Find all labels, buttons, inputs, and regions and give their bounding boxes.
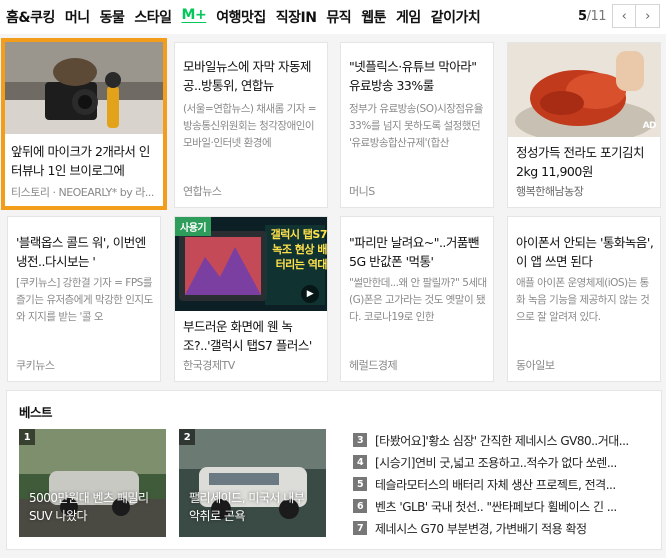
chevron-left-icon: ‹ [621, 8, 627, 24]
thumbnail-overlay-text: 갤럭시 탭S7 녹조 현상 배터리는 역대 [270, 228, 327, 271]
tab-animals[interactable]: 동물 [100, 7, 125, 27]
rank-number: 5 [353, 477, 367, 491]
card-title: 앞뒤에 마이크가 2개라서 인터뷰나 1인 브이로그에 [11, 144, 150, 178]
rank-number: 4 [353, 455, 367, 469]
tab-money[interactable]: 머니 [65, 7, 90, 27]
chevron-right-icon: › [645, 8, 650, 24]
card-title: "파리만 날려요~"..거품뺀 5G 반값폰 '먹통' [349, 235, 479, 269]
card-description: "썰만한데...왜 안 팔릴까?" 5세대(G)폰은 고가라는 것도 옛말이 됐… [349, 277, 487, 323]
tab-webtoon[interactable]: 웹툰 [361, 7, 386, 27]
tab-work[interactable]: 직장IN [276, 7, 317, 27]
tab-home-cooking[interactable]: 홈&쿠킹 [6, 7, 55, 27]
rank-title: 테슬라모터스의 배터리 자체 생산 프로젝트, 전격... [375, 477, 616, 492]
card-title: '블랙옵스 콜드 워', 이번엔 냉전..다시보는 ' [16, 235, 146, 269]
card-description: 애플 아이폰 운영체제(iOS)는 통화 녹음 기능을 제공하지 않는 것으로 … [516, 277, 650, 323]
play-icon[interactable]: ▶ [301, 285, 319, 303]
ad-card[interactable]: AD 정성가득 전라도 포기김치 2kg 11,900원 행복한해남농장 [507, 42, 661, 208]
card-source: 티스토리 · NEOEARLY* by 라... [11, 186, 154, 199]
review-badge: 사용기 [175, 217, 212, 236]
news-card-5[interactable]: '블랙옵스 콜드 워', 이번엔 냉전..다시보는 ' [쿠키뉴스] 강한결 기… [7, 216, 161, 382]
card-source: 행복한해남농장 [516, 185, 584, 198]
list-item[interactable]: 6 벤츠 'GLB' 국내 첫선.. "싼타페보다 휠베이스 긴 ... [353, 495, 653, 517]
card-source: 머니S [349, 185, 375, 198]
card-title: 아이폰서 안되는 '통화녹음', 이 앱 쓰면 된다 [516, 235, 654, 269]
card-title: 정성가득 전라도 포기김치 2kg 11,900원 [516, 145, 644, 179]
list-item[interactable]: 3 [타봤어요]'황소 심장' 간직한 제네시스 GV80..거대... [353, 429, 653, 451]
rank-number: 6 [353, 499, 367, 513]
category-tabs: 홈&쿠킹 머니 동물 스타일 M+ 여행맛집 직장IN 뮤직 웹툰 게임 같이가… [6, 7, 490, 27]
list-item[interactable]: 5 테슬라모터스의 배터리 자체 생산 프로젝트, 전격... [353, 473, 653, 495]
news-card-1[interactable]: 앞뒤에 마이크가 2개라서 인터뷰나 1인 브이로그에 티스토리 · NEOEA… [1, 38, 167, 210]
news-card-2[interactable]: 모바일뉴스에 자막 자동제공..방통위, 연합뉴 (서울=연합뉴스) 채새롬 기… [174, 42, 328, 208]
video-card[interactable]: 사용기 갤럭시 탭S7 녹조 현상 배터리는 역대 ▶ 부드러운 화면에 웬 녹… [174, 216, 328, 382]
camera-microphone-image [5, 42, 163, 134]
ad-badge: AD [642, 121, 657, 131]
card-source: 연합뉴스 [183, 185, 222, 198]
card-source: 동아일보 [516, 359, 555, 372]
best-item-2[interactable]: 2 팰리세이드, 미국서 내부 악취로 곤욕 [179, 429, 326, 537]
card-source: 헤럴드경제 [349, 359, 398, 372]
card-title: 부드러운 화면에 웬 녹조?..'갤럭시 탭S7 플러스' [183, 319, 312, 353]
rank-badge: 1 [19, 429, 35, 445]
list-item[interactable]: 7 제네시스 G70 부분변경, 가변배기 적용 확정 [353, 517, 653, 539]
tab-game[interactable]: 게임 [396, 7, 421, 27]
card-title: "넷플릭스·유튜브 막아라" 유료방송 33%룰 [349, 59, 477, 93]
rank-title: [시승기]연비 굿,넓고 조용하고..적수가 없다 쏘렌... [375, 455, 617, 470]
card-title: 모바일뉴스에 자막 자동제공..방통위, 연합뉴 [183, 59, 311, 93]
news-card-8[interactable]: 아이폰서 안되는 '통화녹음', 이 앱 쓰면 된다 애플 아이폰 운영체제(i… [507, 216, 661, 382]
tab-travel-food[interactable]: 여행맛집 [216, 7, 266, 27]
tab-m-plus[interactable]: M+ [182, 7, 207, 27]
news-card-3[interactable]: "넷플릭스·유튜브 막아라" 유료방송 33%룰 정부가 유료방송(SO)시장점… [340, 42, 494, 208]
card-source: 한국경제TV [183, 359, 235, 372]
card-thumbnail [508, 43, 660, 137]
prev-page-button[interactable]: ‹ [612, 4, 636, 28]
page-current: 5 [578, 8, 587, 24]
rank-number: 7 [353, 521, 367, 535]
best-caption: 5000만원대 벤츠 패밀리 SUV 나왔다 [29, 491, 149, 523]
category-bar: 홈&쿠킹 머니 동물 스타일 M+ 여행맛집 직장IN 뮤직 웹툰 게임 같이가… [0, 0, 666, 34]
card-thumbnail [5, 42, 163, 134]
best-caption: 팰리세이드, 미국서 내부 악취로 곤욕 [189, 491, 305, 523]
best-section: 베스트 1 5000만원대 벤츠 패밀리 SUV 나왔다 2 팰리세이드, 미국… [6, 390, 662, 550]
best-item-1[interactable]: 1 5000만원대 벤츠 패밀리 SUV 나왔다 [19, 429, 166, 537]
best-rank-list: 3 [타봤어요]'황소 심장' 간직한 제네시스 GV80..거대... 4 [… [353, 429, 653, 539]
list-item[interactable]: 4 [시승기]연비 굿,넓고 조용하고..적수가 없다 쏘렌... [353, 451, 653, 473]
rank-number: 3 [353, 433, 367, 447]
best-title: 베스트 [19, 405, 53, 420]
kimchi-image [508, 43, 660, 137]
next-page-button[interactable]: › [636, 4, 660, 28]
card-description: 정부가 유료방송(SO)시장점유율 33%를 넘지 못하도록 설정했던 '유료방… [349, 103, 483, 149]
card-description: (서울=연합뉴스) 채새롬 기자 = 방송통신위원회는 청각장애인이 모바일·인… [183, 103, 317, 149]
card-description: [쿠키뉴스] 강한결 기자 = FPS를 즐기는 유저층에게 막강한 인지도와 … [16, 277, 153, 323]
page-total: /11 [586, 8, 607, 24]
tab-style[interactable]: 스타일 [134, 7, 172, 27]
tab-music[interactable]: 뮤직 [326, 7, 351, 27]
rank-badge: 2 [179, 429, 195, 445]
page-indicator: 5 /11 ‹ › [578, 4, 660, 28]
rank-title: [타봤어요]'황소 심장' 간직한 제네시스 GV80..거대... [375, 433, 629, 448]
rank-title: 제네시스 G70 부분변경, 가변배기 적용 확정 [375, 521, 587, 536]
news-card-7[interactable]: "파리만 날려요~"..거품뺀 5G 반값폰 '먹통' "썰만한데...왜 안 … [340, 216, 494, 382]
card-source: 쿠키뉴스 [16, 359, 55, 372]
rank-title: 벤츠 'GLB' 국내 첫선.. "싼타페보다 휠베이스 긴 ... [375, 499, 617, 514]
tab-together[interactable]: 같이가치 [431, 7, 481, 27]
